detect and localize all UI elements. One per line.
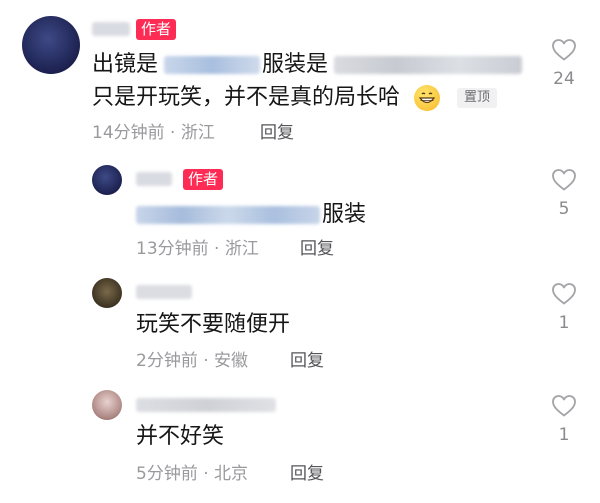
author-badge: 作者: [183, 169, 224, 190]
reply-button[interactable]: 回复: [260, 122, 294, 144]
username-blurred[interactable]: [136, 285, 192, 299]
avatar[interactable]: [92, 165, 122, 195]
username-blurred[interactable]: [136, 398, 276, 412]
reply-item: 作者 服装 13分钟前 · 浙江 回复 5: [0, 150, 600, 270]
comment-text: 玩笑不要随便开: [136, 312, 291, 337]
avatar[interactable]: [22, 16, 80, 74]
like-button[interactable]: 24: [544, 38, 584, 90]
comment-item: 作者 出镜是 服装是 只是开玩笑，并不是真的局长哈 置顶 14分钟前 · 浙江 …: [0, 0, 600, 150]
heart-icon: [552, 395, 576, 417]
redacted-text: [136, 206, 320, 224]
like-count: 1: [558, 313, 570, 333]
comment-text-prefix: 出镜是: [92, 52, 159, 77]
like-button[interactable]: 1: [544, 394, 584, 446]
grinning-face-emoji: [414, 85, 440, 111]
username-blurred[interactable]: [92, 22, 130, 36]
reply-item: 玩笑不要随便开 2分钟前 · 安徽 回复 1: [0, 270, 600, 385]
redacted-text: [334, 56, 522, 74]
comment-text-suffix: 服装: [322, 202, 367, 227]
like-count: 5: [558, 199, 570, 219]
heart-icon: [552, 169, 576, 191]
username-blurred[interactable]: [136, 172, 172, 186]
author-badge: 作者: [136, 19, 177, 40]
time-location: 2分钟前 · 安徽: [136, 351, 249, 371]
like-button[interactable]: 5: [544, 168, 584, 220]
pinned-badge: 置顶: [457, 88, 498, 108]
avatar[interactable]: [92, 278, 122, 308]
time-location: 13分钟前 · 浙江: [136, 239, 259, 259]
heart-icon: [552, 39, 576, 61]
time-location: 14分钟前 · 浙江: [92, 123, 215, 143]
avatar[interactable]: [92, 390, 122, 420]
redacted-text: [164, 56, 260, 74]
like-button[interactable]: 1: [544, 282, 584, 334]
reply-button[interactable]: 回复: [290, 350, 324, 372]
reply-item: 并不好笑 5分钟前 · 北京 回复 1: [0, 385, 600, 503]
comment-text-line2: 只是开玩笑，并不是真的局长哈: [92, 85, 401, 110]
comment-text: 并不好笑: [136, 424, 225, 449]
reply-button[interactable]: 回复: [300, 238, 334, 260]
comment-text-mid: 服装是: [262, 52, 329, 77]
like-count: 24: [553, 69, 575, 89]
reply-button[interactable]: 回复: [290, 463, 324, 485]
like-count: 1: [558, 425, 570, 445]
heart-icon: [552, 283, 576, 305]
time-location: 5分钟前 · 北京: [136, 464, 249, 484]
